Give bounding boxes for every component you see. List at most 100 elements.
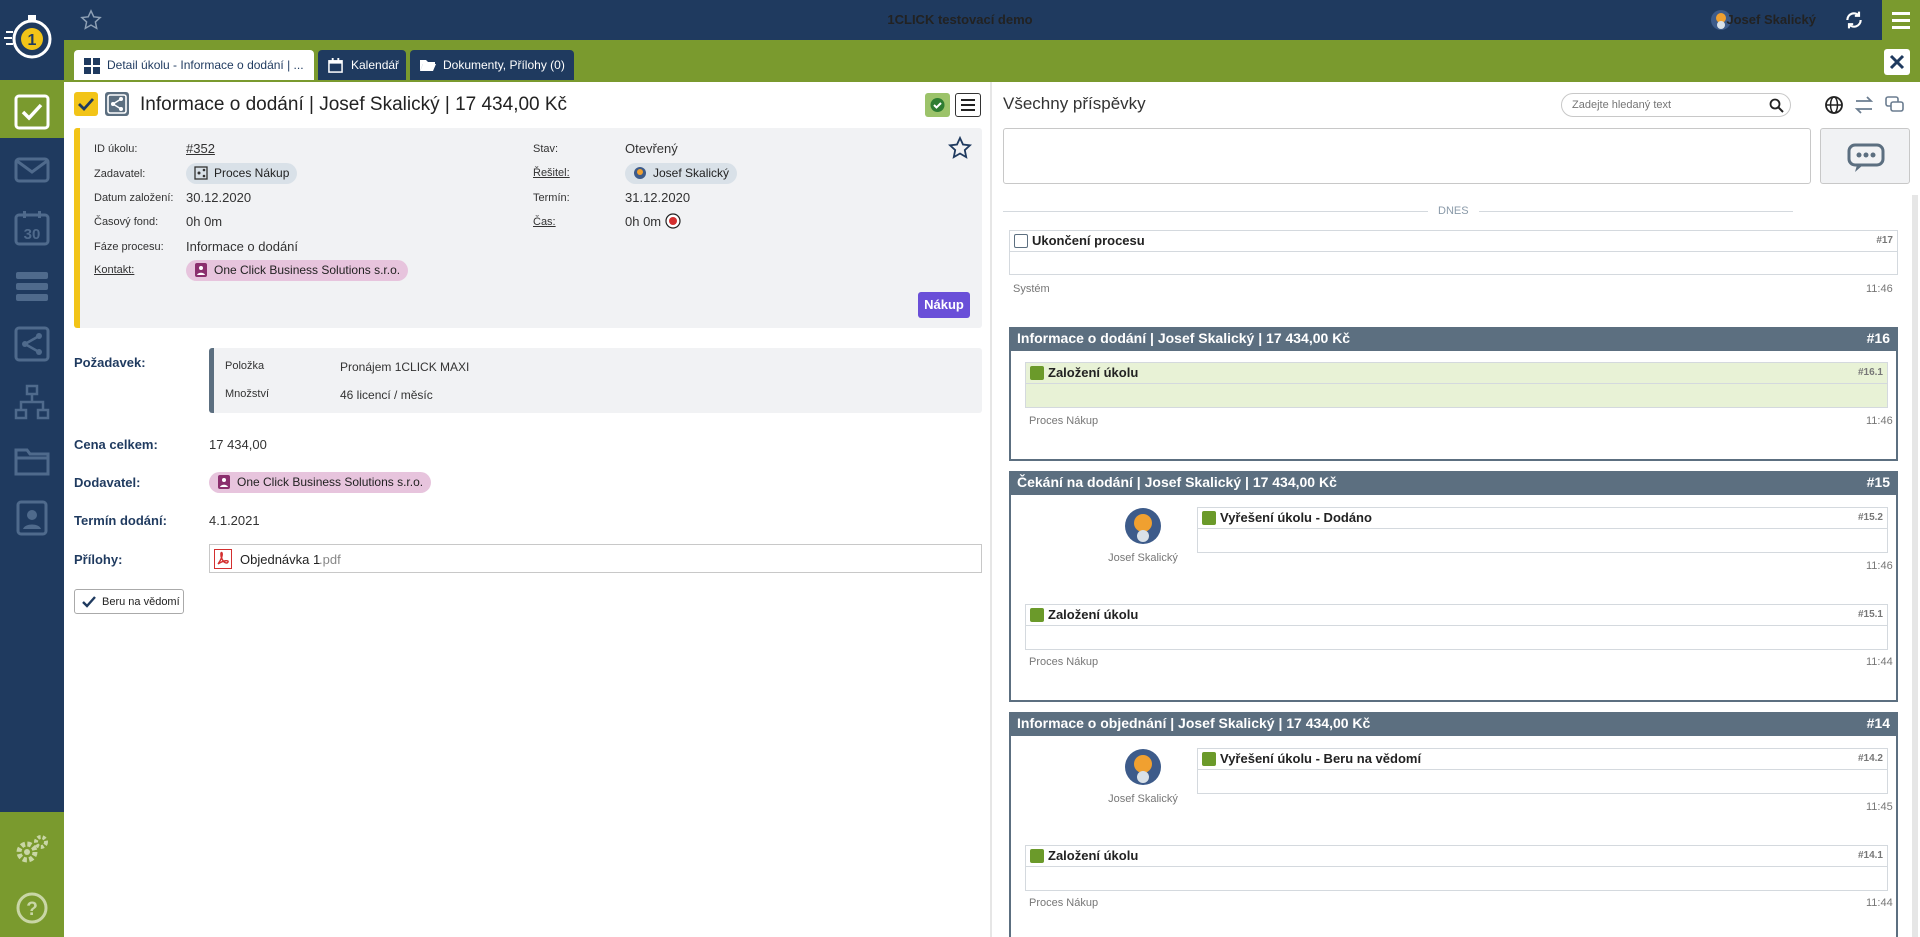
entry-title: Založení úkolu — [1048, 848, 1139, 863]
tab-label: Detail úkolu - Informace o dodání | ... — [107, 58, 304, 72]
task-menu-button[interactable] — [955, 93, 981, 117]
field-label-kontakt[interactable]: Kontakt: — [94, 264, 134, 276]
stopwatch-logo-icon: 1 — [4, 15, 52, 59]
field-label-faze: Fáze procesu: — [94, 241, 164, 253]
acknowledge-button[interactable]: Beru na vědomí — [74, 589, 184, 614]
sidebar-item-settings[interactable] — [0, 820, 64, 876]
thumbs-up-icon — [1202, 752, 1216, 766]
feed-entry[interactable]: Vyřešení úkolu - Beru na vědomí #14.2 — [1197, 748, 1888, 794]
chip-label: Proces Nákup — [214, 166, 290, 180]
field-label-zadavatel: Zadavatel: — [94, 168, 146, 180]
feed-entry[interactable]: Vyřešení úkolu - Dodáno #15.2 — [1197, 507, 1888, 553]
sidebar-item-help[interactable]: ? — [0, 878, 64, 934]
thumbs-up-icon — [1202, 511, 1216, 525]
sidebar-item-organization[interactable] — [0, 372, 64, 428]
group-number: #15 — [1866, 474, 1890, 490]
feed-entry[interactable]: Založení úkolu #15.1 — [1025, 604, 1888, 650]
hamburger-icon — [1892, 12, 1910, 29]
send-post-button[interactable] — [1820, 128, 1910, 184]
task-done-checkbox[interactable] — [74, 92, 98, 116]
app-logo[interactable]: 1 — [0, 0, 64, 80]
tab-documents[interactable]: Dokumenty, Přílohy (0) — [410, 50, 574, 80]
tab-task-detail[interactable]: Detail úkolu - Informace o dodání | ... — [74, 50, 314, 80]
search-icon[interactable] — [1769, 98, 1784, 116]
feed-group: Čekání na dodání | Josef Skalický | 17 4… — [1009, 471, 1898, 702]
entry-number: #16.1 — [1857, 367, 1883, 378]
resitel-chip[interactable]: Josef Skalický — [625, 163, 738, 184]
contact-icon — [217, 475, 231, 492]
status-ok-button[interactable] — [925, 93, 950, 117]
user-avatar-icon — [633, 166, 647, 183]
checkbox-tasks-icon — [14, 94, 50, 130]
zadavatel-chip[interactable]: Proces Nákup — [186, 163, 298, 184]
sidebar-item-process[interactable] — [0, 314, 64, 370]
feed-search-box[interactable] — [1561, 93, 1791, 117]
hamburger-menu-button[interactable] — [1882, 0, 1920, 40]
feed-scrollbar[interactable] — [1912, 195, 1918, 937]
entry-number: #15.1 — [1857, 609, 1883, 620]
swap-arrows-icon[interactable] — [1854, 96, 1874, 117]
chip-label: One Click Business Solutions s.r.o. — [214, 263, 401, 277]
feed-search-input[interactable] — [1572, 97, 1762, 113]
entry-number: #17 — [1876, 235, 1893, 246]
close-tab-button[interactable] — [1884, 49, 1910, 75]
new-post-textarea[interactable] — [1003, 128, 1811, 184]
entry-time: 11:44 — [1866, 897, 1893, 909]
category-badge[interactable]: Nákup — [918, 292, 970, 318]
refresh-icon[interactable] — [1844, 10, 1864, 33]
task-id-link[interactable]: #352 — [186, 141, 215, 156]
feed-entry[interactable]: Ukončení procesu #17 — [1009, 230, 1898, 275]
close-icon — [1889, 54, 1905, 70]
field-label-datum: Datum založení: — [94, 192, 174, 204]
org-chart-icon — [14, 384, 50, 420]
attachment-item[interactable]: Objednávka 1 .pdf — [209, 544, 982, 573]
record-timer-icon[interactable] — [665, 213, 681, 232]
contact-card-icon — [16, 500, 48, 536]
sidebar-item-list[interactable] — [0, 256, 64, 312]
feed-entry[interactable]: Založení úkolu #14.1 — [1025, 845, 1888, 891]
chat-bubble-icon — [1847, 143, 1885, 172]
entry-number: #14.1 — [1857, 850, 1883, 861]
faze-value: Informace o dodání — [186, 239, 299, 254]
sidebar-item-calendar[interactable]: 30 — [0, 198, 64, 254]
author-name: Josef Skalický — [1108, 793, 1178, 805]
entry-title: Založení úkolu — [1048, 607, 1139, 622]
sidebar-item-contacts[interactable] — [0, 488, 64, 544]
prilohy-label: Přílohy: — [74, 552, 123, 567]
sidebar-item-folders[interactable] — [0, 430, 64, 486]
author-avatar — [1123, 506, 1163, 549]
field-label-fond: Časový fond: — [94, 216, 159, 228]
comments-icon[interactable] — [1885, 96, 1905, 117]
fond-value: 0h 0m — [186, 214, 223, 229]
chip-label: Josef Skalický — [653, 166, 730, 180]
dodavatel-chip[interactable]: One Click Business Solutions s.r.o. — [209, 472, 432, 493]
entry-time: 11:44 — [1866, 656, 1893, 668]
entry-time: 11:46 — [1866, 560, 1893, 572]
gears-icon — [16, 835, 48, 863]
folder-open-icon — [420, 60, 436, 71]
globe-icon[interactable] — [1824, 95, 1844, 118]
field-label-termin: Termín: — [533, 192, 570, 204]
process-icon — [194, 166, 208, 183]
cena-label: Cena celkem: — [74, 437, 158, 452]
sidebar-item-mail[interactable] — [0, 140, 64, 196]
author-name: Josef Skalický — [1108, 552, 1178, 564]
list-rows-icon — [16, 272, 48, 301]
entry-time: 11:46 — [1866, 415, 1893, 427]
field-label-resitel[interactable]: Řešitel: — [533, 167, 570, 179]
feed-entry[interactable]: Založení úkolu #16.1 — [1025, 362, 1888, 408]
termin-value: 31.12.2020 — [625, 190, 691, 205]
user-name[interactable]: Josef Skalický — [1726, 12, 1816, 27]
process-flow-icon — [14, 326, 50, 362]
favorite-star-icon[interactable] — [947, 135, 973, 163]
termin-dodani-label: Termín dodání: — [74, 513, 167, 528]
field-label-cas[interactable]: Čas: — [533, 216, 556, 228]
svg-text:30: 30 — [24, 226, 41, 243]
group-title: Informace o dodání | Josef Skalický | 17… — [1017, 330, 1351, 346]
check-circle-icon — [930, 98, 945, 112]
group-number: #16 — [1866, 330, 1890, 346]
kontakt-chip[interactable]: One Click Business Solutions s.r.o. — [186, 260, 409, 281]
tab-calendar[interactable]: Kalendář — [318, 50, 406, 80]
entry-title: Vyřešení úkolu - Beru na vědomí — [1220, 751, 1422, 766]
sidebar-item-tasks[interactable] — [0, 82, 64, 138]
